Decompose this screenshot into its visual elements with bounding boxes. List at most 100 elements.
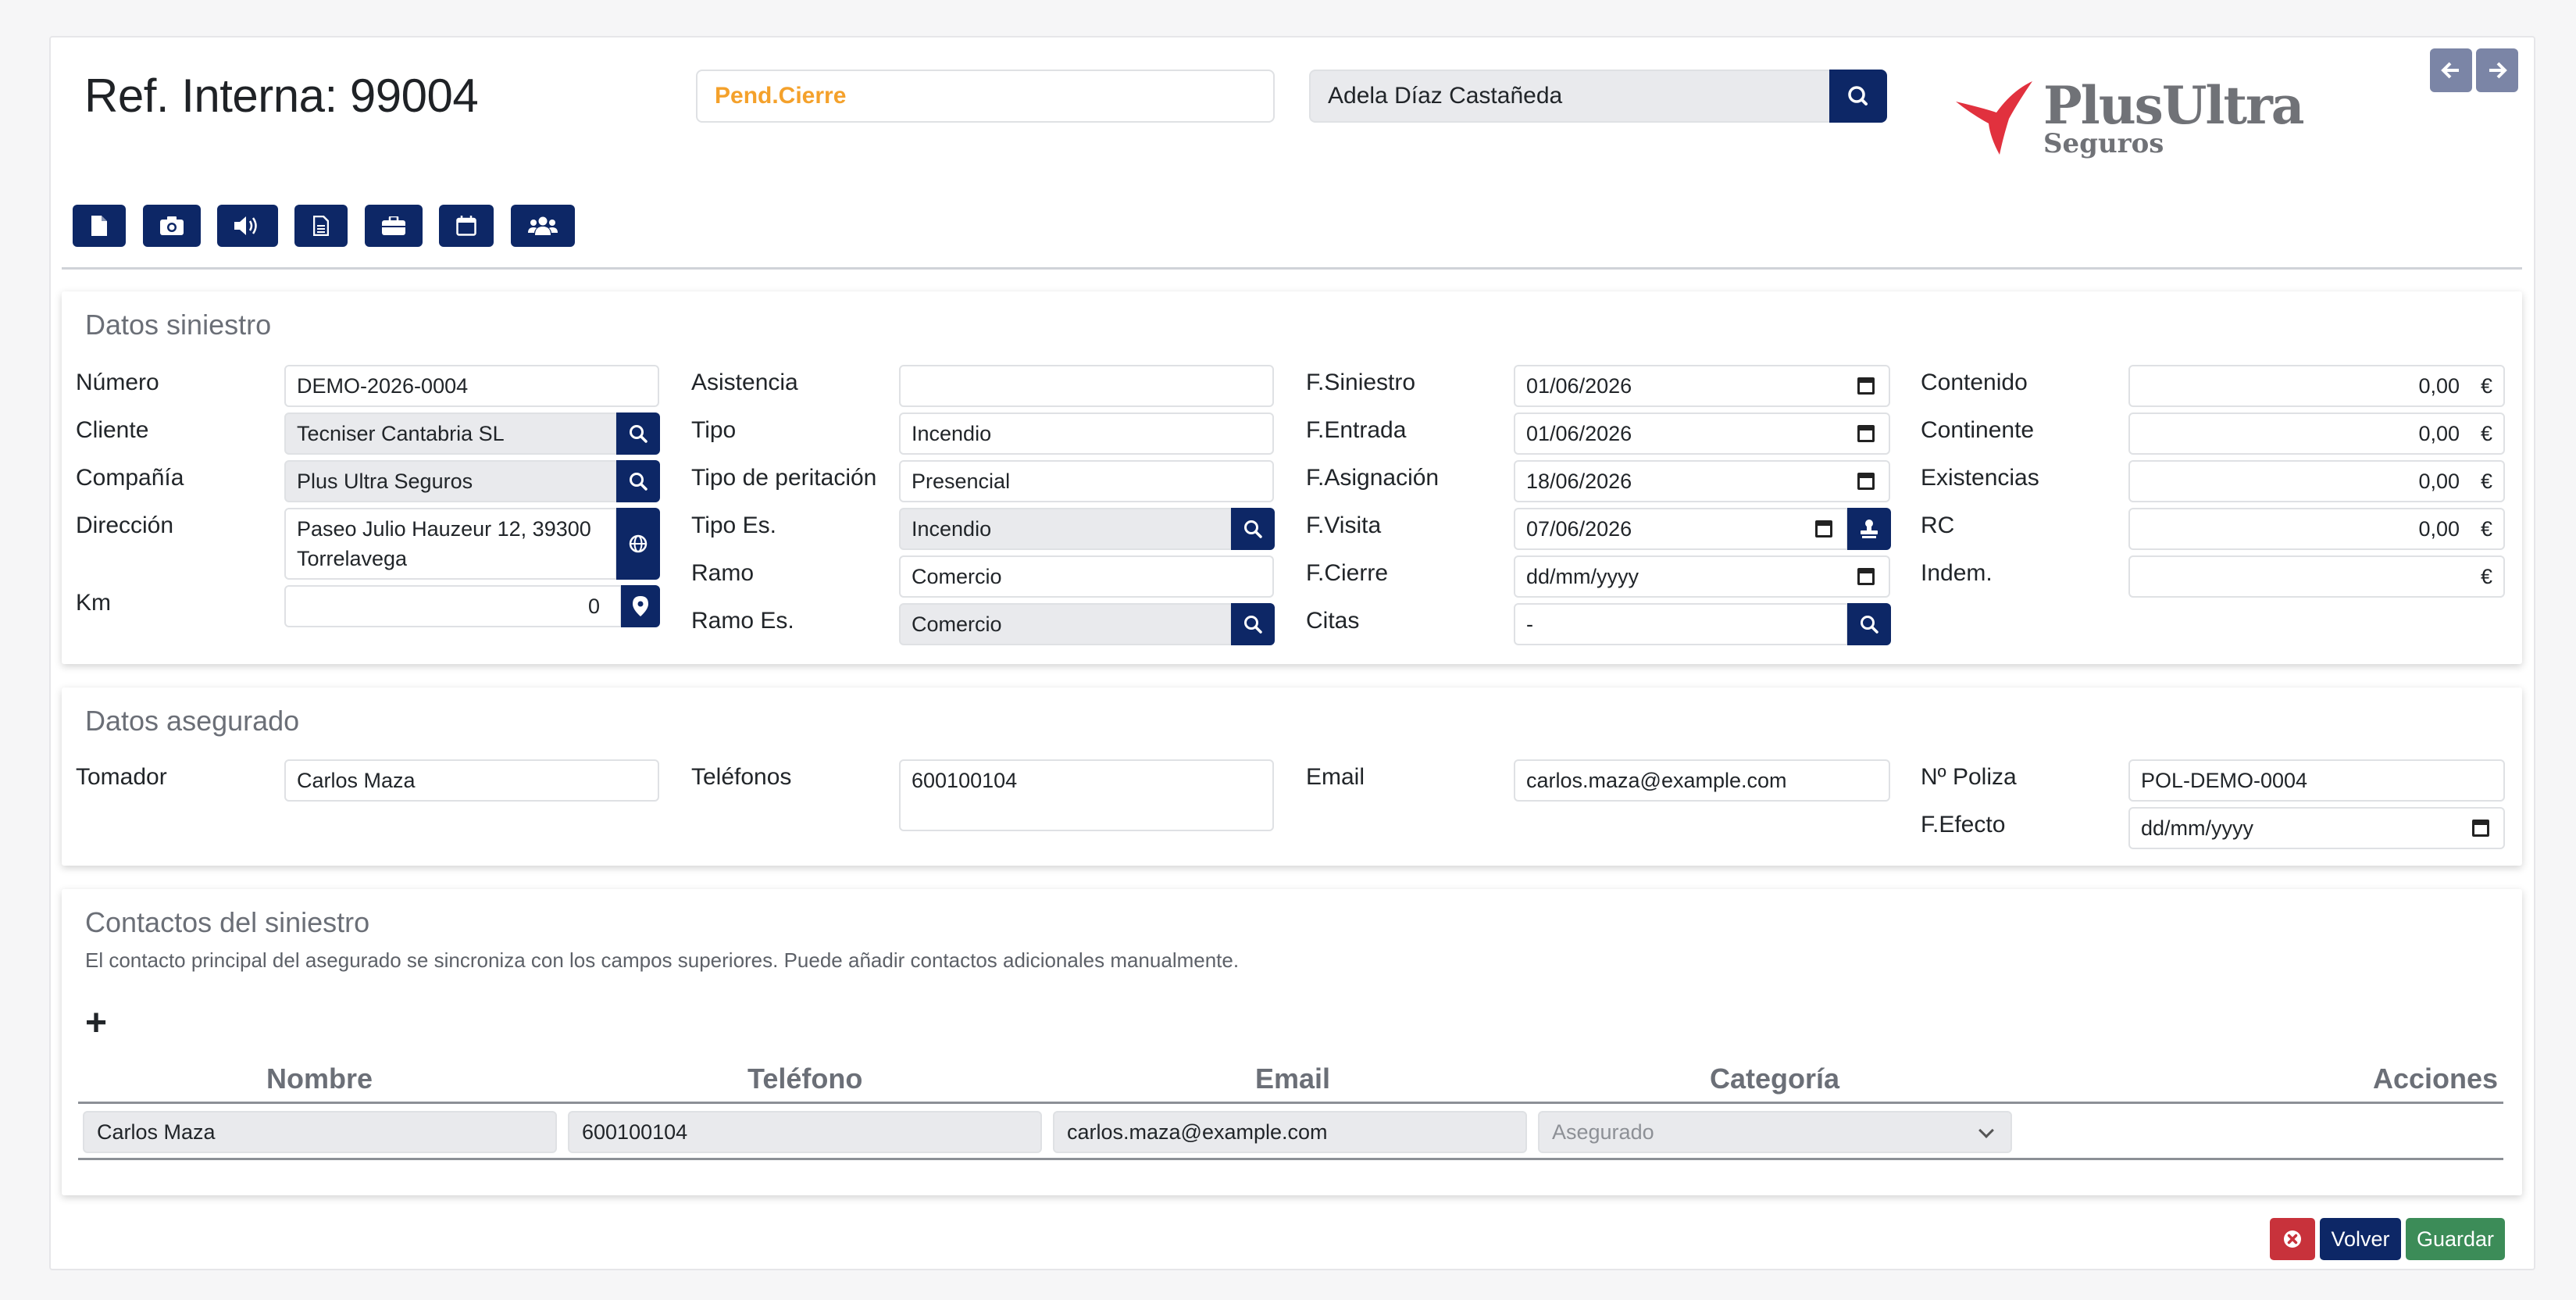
insured-section-title: Datos asegurado xyxy=(85,705,300,737)
calendar-icon[interactable] xyxy=(1857,377,1875,395)
page-title: Ref. Interna: 99004 xyxy=(84,70,479,122)
table-bottom-divider xyxy=(78,1158,2503,1160)
telefonos-field[interactable]: 600100104 xyxy=(899,759,1274,831)
citas-field[interactable]: - xyxy=(1514,603,1848,645)
rc-value: 0,00 xyxy=(2418,517,2460,541)
document-icon xyxy=(313,216,329,236)
asistencia-field[interactable] xyxy=(899,365,1274,407)
f-cierre-field[interactable]: dd/mm/yyyy xyxy=(1514,555,1890,598)
search-icon xyxy=(1244,616,1262,634)
column-header-nombre: Nombre xyxy=(266,1062,373,1095)
cliente-field[interactable]: Tecniser Cantabria SL xyxy=(284,412,617,455)
ramo-field[interactable]: Comercio xyxy=(899,555,1274,598)
contact-category-select[interactable]: Asegurado xyxy=(1538,1111,2012,1153)
poliza-label: Nº Poliza xyxy=(1921,764,2017,790)
f-entrada-field[interactable]: 01/06/2026 xyxy=(1514,412,1890,455)
report-button[interactable] xyxy=(294,205,348,247)
indem-field[interactable]: € xyxy=(2128,555,2505,598)
camera-icon xyxy=(160,216,184,235)
f-siniestro-value: 01/06/2026 xyxy=(1526,374,1632,398)
compania-search-button[interactable] xyxy=(616,460,660,502)
existencias-value: 0,00 xyxy=(2418,470,2460,493)
file-icon xyxy=(91,216,107,236)
contacts-section: Contactos del siniestro El contacto prin… xyxy=(62,889,2522,1195)
chevron-down-icon xyxy=(1978,1123,1994,1138)
assignee-search-button[interactable] xyxy=(1829,70,1887,123)
km-location-button[interactable] xyxy=(621,585,660,627)
cliente-search-button[interactable] xyxy=(616,412,660,455)
tipo-es-search-button[interactable] xyxy=(1231,508,1275,550)
search-icon xyxy=(630,473,648,491)
continente-field[interactable]: 0,00 € xyxy=(2128,412,2505,455)
f-asignacion-label: F.Asignación xyxy=(1306,465,1440,491)
cancel-button[interactable] xyxy=(2270,1218,2315,1260)
f-efecto-field[interactable]: dd/mm/yyyy xyxy=(2128,807,2505,849)
f-visita-stamp-button[interactable] xyxy=(1847,508,1891,550)
column-header-categoria: Categoría xyxy=(1710,1062,1840,1095)
f-visita-value: 07/06/2026 xyxy=(1526,517,1632,541)
euro-symbol: € xyxy=(2480,422,2492,445)
search-icon xyxy=(1848,86,1868,105)
calendar-icon[interactable] xyxy=(1815,520,1832,538)
email-field[interactable]: carlos.maza@example.com xyxy=(1514,759,1890,802)
f-asignacion-field[interactable]: 18/06/2026 xyxy=(1514,460,1890,502)
ramo-label: Ramo xyxy=(691,560,755,586)
arrow-right-icon xyxy=(2489,62,2507,79)
rc-field[interactable]: 0,00 € xyxy=(2128,508,2505,550)
status-field[interactable]: Pend.Cierre xyxy=(696,70,1275,123)
column-header-acciones: Acciones xyxy=(2373,1062,2499,1095)
assignee-field[interactable]: Adela Díaz Castañeda xyxy=(1309,70,1830,123)
f-visita-field[interactable]: 07/06/2026 xyxy=(1514,508,1848,550)
logo-brand: PlusUltra xyxy=(2043,75,2304,136)
contact-email-field[interactable]: carlos.maza@example.com xyxy=(1053,1111,1527,1153)
logo-mark-icon xyxy=(1956,81,2032,155)
existencias-label: Existencias xyxy=(1921,465,2039,491)
tomador-label: Tomador xyxy=(76,764,167,790)
claim-data-section: Datos siniestro Número DEMO-2026-0004 Cl… xyxy=(62,291,2522,664)
photos-button[interactable] xyxy=(143,205,201,247)
calendar-button[interactable] xyxy=(439,205,494,247)
calendar-icon[interactable] xyxy=(1857,425,1875,442)
search-icon xyxy=(1861,616,1878,634)
arrow-left-icon xyxy=(2441,62,2459,79)
tomador-field[interactable]: Carlos Maza xyxy=(284,759,659,802)
f-entrada-value: 01/06/2026 xyxy=(1526,422,1632,445)
calendar-icon[interactable] xyxy=(1857,473,1875,490)
contenido-field[interactable]: 0,00 € xyxy=(2128,365,2505,407)
audio-button[interactable] xyxy=(217,205,278,247)
next-button[interactable] xyxy=(2476,48,2518,92)
tipo-peritacion-field[interactable]: Presencial xyxy=(899,460,1274,502)
poliza-field[interactable]: POL-DEMO-0004 xyxy=(2128,759,2505,802)
f-visita-label: F.Visita xyxy=(1306,512,1382,538)
contact-phone-field[interactable]: 600100104 xyxy=(568,1111,1042,1153)
existencias-field[interactable]: 0,00 € xyxy=(2128,460,2505,502)
calendar-icon[interactable] xyxy=(2472,820,2489,837)
work-button[interactable] xyxy=(365,205,423,247)
ramo-es-field[interactable]: Comercio xyxy=(899,603,1232,645)
km-field[interactable]: 0 xyxy=(284,585,622,627)
citas-search-button[interactable] xyxy=(1847,603,1891,645)
tipo-label: Tipo xyxy=(691,417,737,443)
claim-section-title: Datos siniestro xyxy=(85,309,272,341)
map-pin-icon xyxy=(633,596,648,616)
ramo-es-label: Ramo Es. xyxy=(691,608,794,634)
back-button[interactable]: Volver xyxy=(2320,1218,2401,1260)
compania-field[interactable]: Plus Ultra Seguros xyxy=(284,460,617,502)
contacts-button[interactable] xyxy=(511,205,575,247)
numero-field[interactable]: DEMO-2026-0004 xyxy=(284,365,659,407)
f-asignacion-value: 18/06/2026 xyxy=(1526,470,1632,493)
contact-name-field[interactable]: Carlos Maza xyxy=(83,1111,557,1153)
email-label: Email xyxy=(1306,764,1365,790)
map-address-button[interactable] xyxy=(616,508,660,580)
contenido-label: Contenido xyxy=(1921,370,2028,395)
tipo-es-field[interactable]: Incendio xyxy=(899,508,1232,550)
calendar-icon[interactable] xyxy=(1857,568,1875,585)
ramo-es-search-button[interactable] xyxy=(1231,603,1275,645)
tipo-field[interactable]: Incendio xyxy=(899,412,1274,455)
add-contact-button[interactable]: + xyxy=(85,1005,107,1042)
save-button[interactable]: Guardar xyxy=(2406,1218,2505,1260)
f-siniestro-field[interactable]: 01/06/2026 xyxy=(1514,365,1890,407)
previous-button[interactable] xyxy=(2430,48,2472,92)
direccion-field[interactable]: Paseo Julio Hauzeur 12, 39300 Torrelaveg… xyxy=(284,508,617,580)
documents-button[interactable] xyxy=(73,205,126,247)
